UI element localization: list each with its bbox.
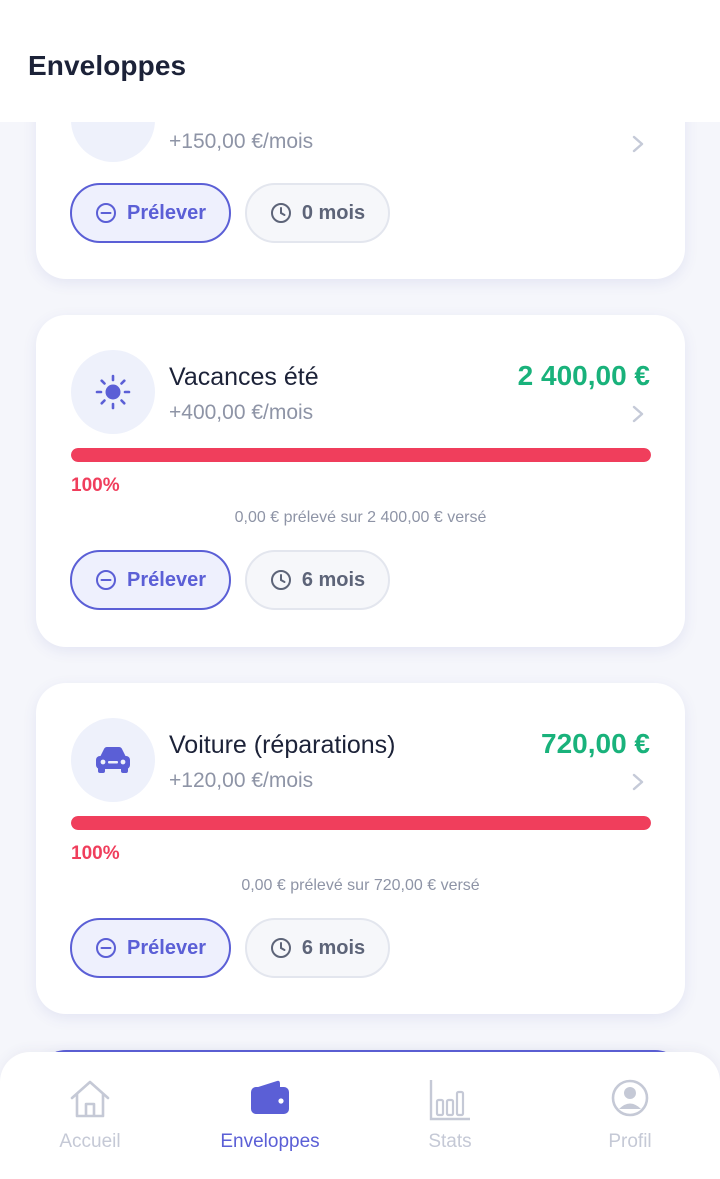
envelope-card[interactable]: Voiture (réparations) 720,00 € +120,00 €… xyxy=(36,683,685,1014)
envelope-amount: 720,00 € xyxy=(541,728,650,759)
progress-percent: 100% xyxy=(71,475,120,496)
tab-accueil[interactable]: Accueil xyxy=(0,1052,180,1179)
tab-label: Enveloppes xyxy=(220,1131,320,1152)
envelope-icon-circle xyxy=(71,718,155,802)
duration-label: 6 mois xyxy=(301,568,366,591)
envelope-name: Vacances été xyxy=(169,363,319,391)
chevron-right-icon[interactable] xyxy=(631,134,645,154)
duration-button[interactable]: 6 mois xyxy=(245,550,390,610)
withdraw-button[interactable]: Prélever xyxy=(70,918,231,978)
chevron-right-icon[interactable] xyxy=(631,772,645,792)
page-title: Enveloppes xyxy=(28,50,187,81)
withdraw-label: Prélever xyxy=(127,201,206,224)
sun-icon xyxy=(95,374,131,410)
home-icon xyxy=(70,1080,110,1118)
withdraw-label: Prélever xyxy=(127,568,206,591)
clock-icon xyxy=(270,938,291,958)
clock-icon xyxy=(270,570,291,590)
minus-circle-icon xyxy=(96,570,117,590)
clock-icon xyxy=(270,203,291,223)
tab-label: Stats xyxy=(428,1131,472,1152)
withdrawal-summary: 0,00 € prélevé sur 2 400,00 € versé xyxy=(234,509,487,526)
tab-stats[interactable]: Stats xyxy=(360,1052,540,1179)
progress-bar xyxy=(71,448,651,462)
duration-label: 6 mois xyxy=(301,936,366,959)
minus-circle-icon xyxy=(96,203,117,223)
wallet-icon xyxy=(251,1080,289,1114)
envelope-monthly-rate: +150,00 €/mois xyxy=(169,130,314,153)
envelope-card[interactable]: Vacances été 2 400,00 € +400,00 €/mois 1… xyxy=(36,315,685,647)
withdraw-button[interactable]: Prélever xyxy=(70,550,231,610)
tab-label: Accueil xyxy=(59,1131,121,1152)
user-icon xyxy=(611,1079,649,1117)
tab-label: Profil xyxy=(608,1131,652,1152)
chevron-right-icon[interactable] xyxy=(631,404,645,424)
bar-chart-icon xyxy=(429,1080,470,1121)
envelope-amount: 2 400,00 € xyxy=(517,360,650,391)
progress-fill xyxy=(71,816,651,830)
progress-fill xyxy=(71,448,651,462)
withdrawal-summary: 0,00 € prélevé sur 720,00 € versé xyxy=(241,877,480,894)
withdraw-button[interactable]: Prélever xyxy=(70,183,231,243)
envelope-icon-circle xyxy=(71,350,155,434)
car-icon xyxy=(96,747,130,773)
app-header: Enveloppes xyxy=(0,0,720,122)
envelope-monthly-rate: +120,00 €/mois xyxy=(169,769,314,792)
status-bar-remnant xyxy=(60,0,180,4)
duration-button[interactable]: 0 mois xyxy=(245,183,390,243)
bottom-tab-bar: Accueil Enveloppes Stats Profil xyxy=(0,1052,720,1179)
envelope-monthly-rate: +400,00 €/mois xyxy=(169,401,314,424)
progress-percent: 100% xyxy=(71,843,120,864)
withdraw-label: Prélever xyxy=(127,936,206,959)
progress-bar xyxy=(71,816,651,830)
tab-enveloppes[interactable]: Enveloppes xyxy=(180,1052,360,1179)
minus-circle-icon xyxy=(96,938,117,958)
tab-profil[interactable]: Profil xyxy=(540,1052,720,1179)
envelope-name: Voiture (réparations) xyxy=(169,731,396,759)
duration-button[interactable]: 6 mois xyxy=(245,918,390,978)
duration-label: 0 mois xyxy=(301,201,366,224)
